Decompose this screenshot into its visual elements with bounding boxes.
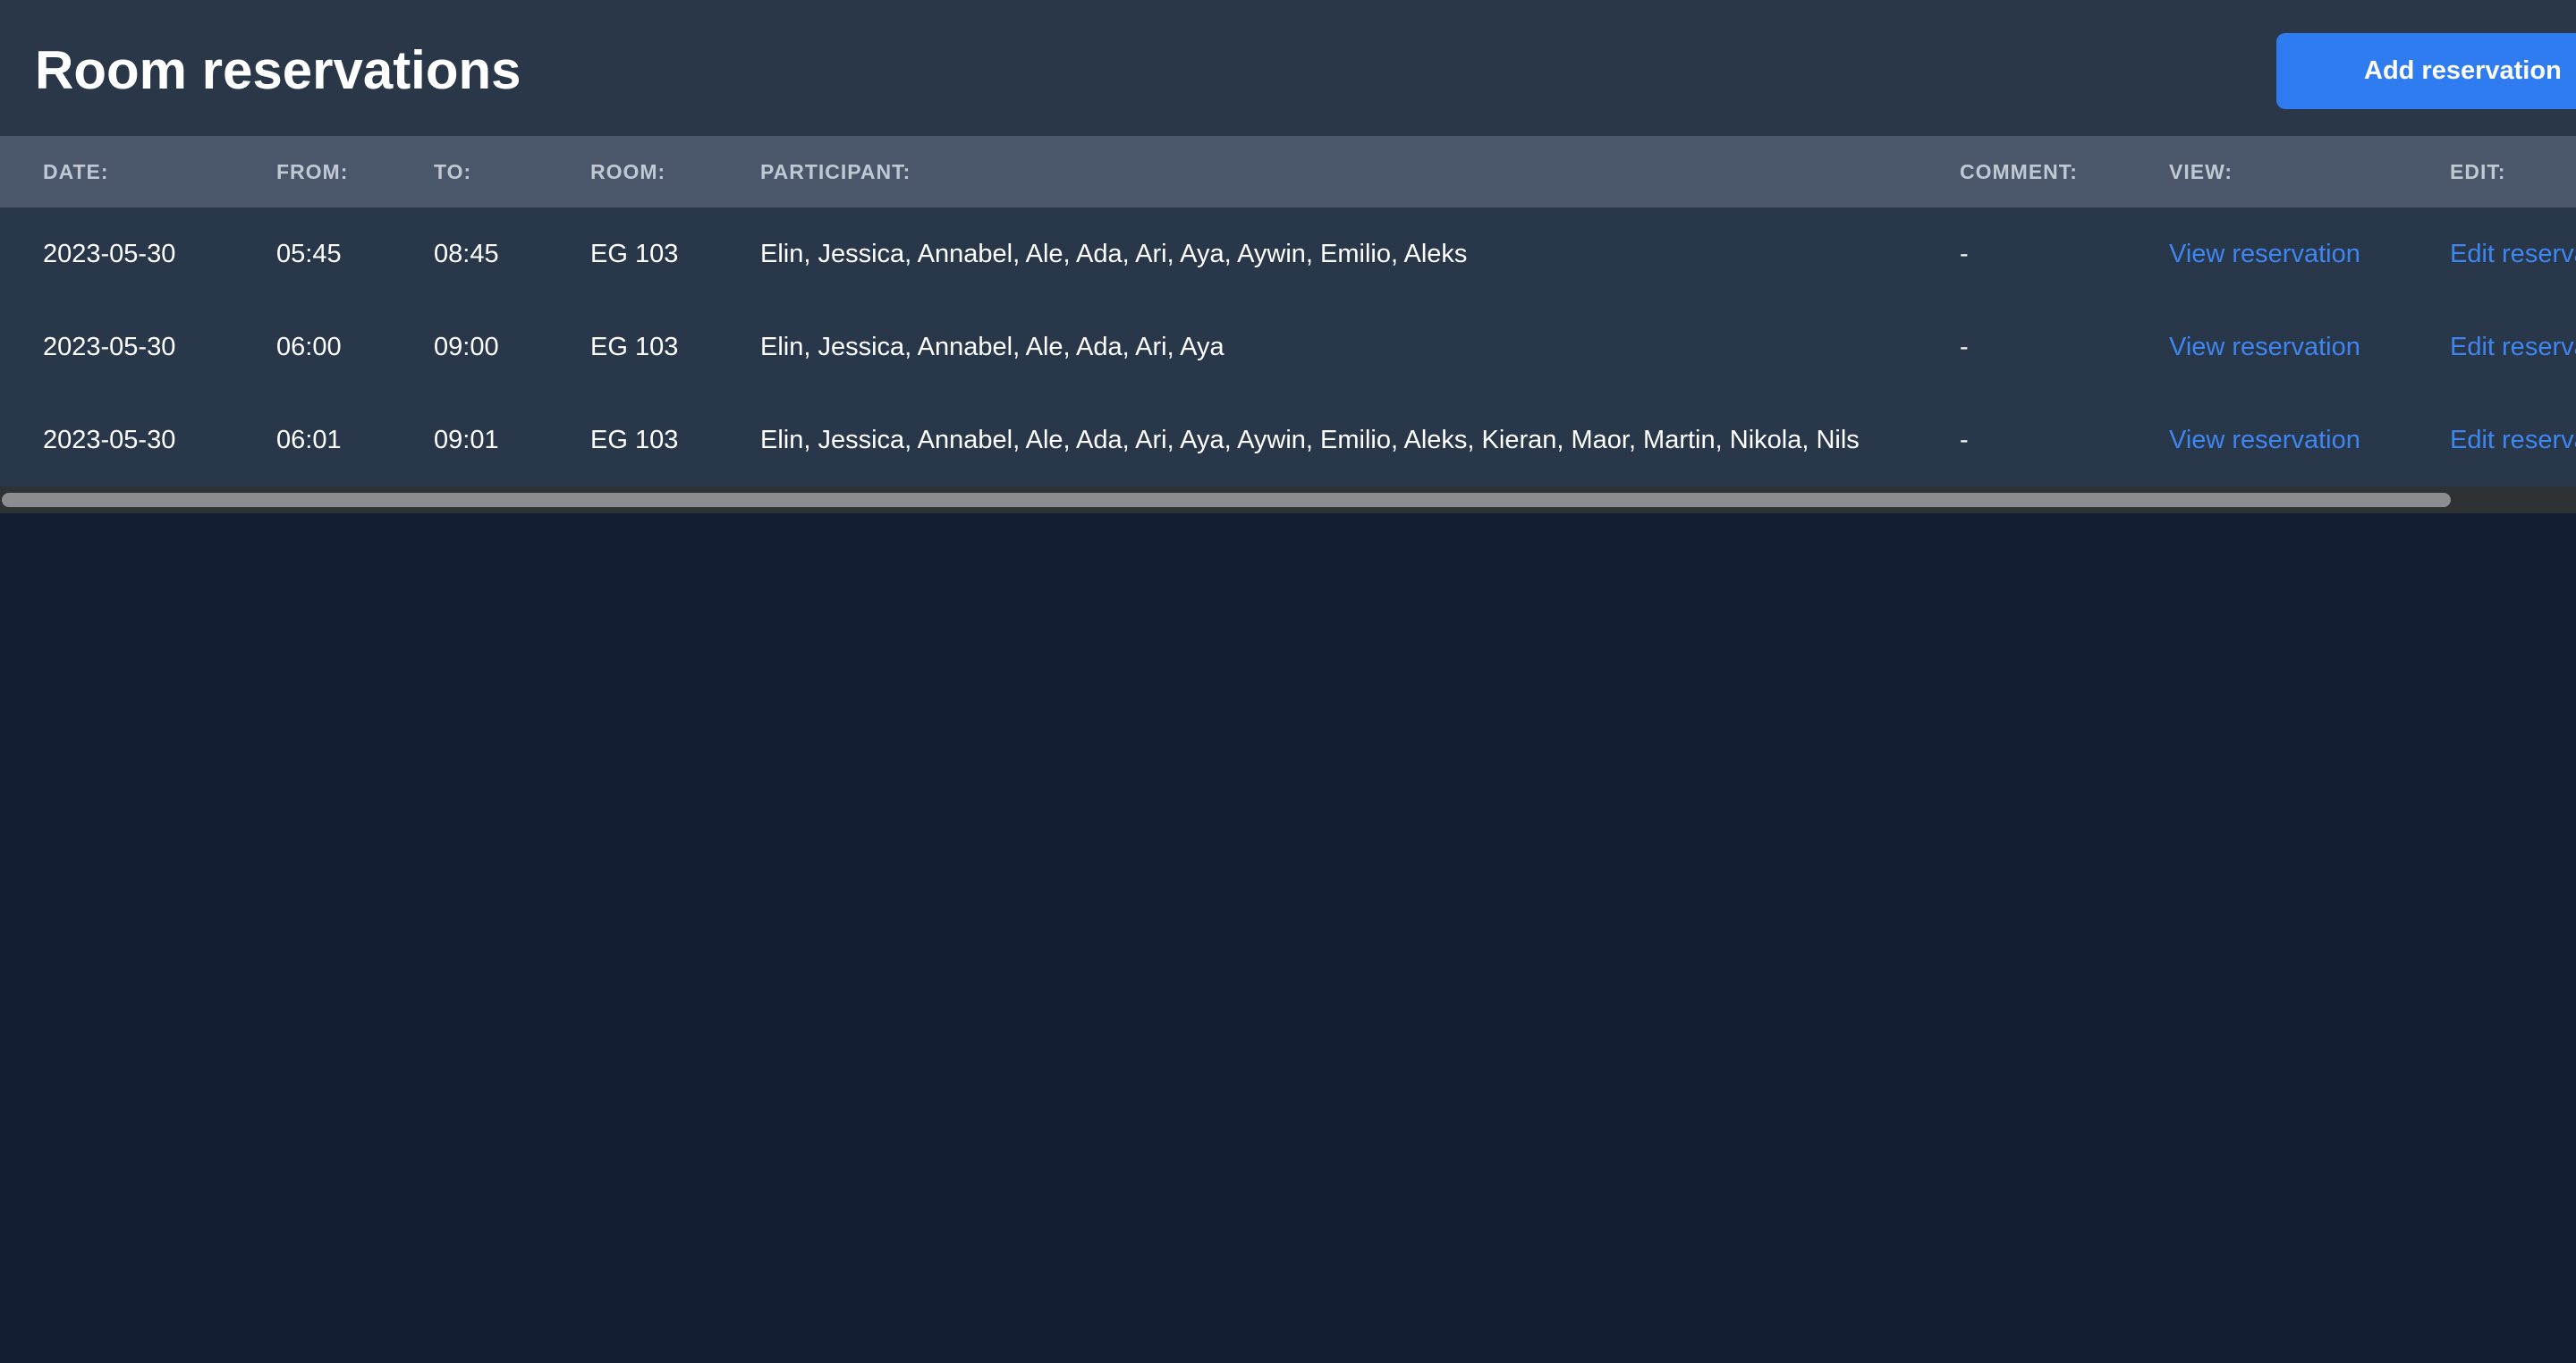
reservations-panel: Room reservations Add reservation DATE: … bbox=[0, 0, 2576, 513]
cell-date: 2023-05-30 bbox=[43, 333, 176, 361]
cell-room: EG 103 bbox=[590, 240, 679, 268]
column-header-to: TO: bbox=[434, 160, 472, 183]
cell-comment: - bbox=[1960, 426, 1969, 454]
cell-participants: Elin, Jessica, Annabel, Ale, Ada, Ari, A… bbox=[760, 426, 1860, 454]
cell-date: 2023-05-30 bbox=[43, 240, 176, 268]
column-header-participant: PARTICIPANT: bbox=[760, 160, 911, 183]
cell-comment: - bbox=[1960, 240, 1969, 268]
page-header: Room reservations Add reservation bbox=[0, 0, 2576, 136]
column-header-room: ROOM: bbox=[590, 160, 666, 183]
view-reservation-link[interactable]: View reservation bbox=[2169, 207, 2360, 301]
cell-to: 08:45 bbox=[434, 240, 499, 268]
horizontal-scrollbar[interactable] bbox=[0, 487, 2576, 513]
cell-to: 09:01 bbox=[434, 426, 499, 454]
cell-comment: - bbox=[1960, 333, 1969, 361]
view-reservation-link[interactable]: View reservation bbox=[2169, 394, 2360, 487]
cell-from: 06:01 bbox=[276, 426, 342, 454]
scrollbar-thumb[interactable] bbox=[2, 493, 2451, 507]
cell-room: EG 103 bbox=[590, 426, 679, 454]
edit-reservation-link[interactable]: Edit reservation bbox=[2450, 301, 2576, 394]
column-header-from: FROM: bbox=[276, 160, 349, 183]
cell-participants: Elin, Jessica, Annabel, Ale, Ada, Ari, A… bbox=[760, 240, 1468, 268]
table-row: 2023-05-30 06:00 09:00 EG 103 Elin, Jess… bbox=[0, 301, 2576, 394]
cell-from: 06:00 bbox=[276, 333, 342, 361]
view-reservation-link[interactable]: View reservation bbox=[2169, 301, 2360, 394]
column-header-date: DATE: bbox=[43, 160, 109, 183]
add-reservation-button[interactable]: Add reservation bbox=[2276, 33, 2576, 109]
cell-to: 09:00 bbox=[434, 333, 499, 361]
cell-room: EG 103 bbox=[590, 333, 679, 361]
table-row: 2023-05-30 06:01 09:01 EG 103 Elin, Jess… bbox=[0, 394, 2576, 487]
column-header-edit: EDIT: bbox=[2450, 160, 2506, 183]
edit-reservation-link[interactable]: Edit reservation bbox=[2450, 394, 2576, 487]
cell-date: 2023-05-30 bbox=[43, 426, 176, 454]
column-header-comment: COMMENT: bbox=[1960, 160, 2078, 183]
edit-reservation-link[interactable]: Edit reservation bbox=[2450, 207, 2576, 301]
cell-participants: Elin, Jessica, Annabel, Ale, Ada, Ari, A… bbox=[760, 333, 1224, 361]
table-row: 2023-05-30 05:45 08:45 EG 103 Elin, Jess… bbox=[0, 207, 2576, 301]
table-header-row: DATE: FROM: TO: ROOM: PARTICIPANT: COMME… bbox=[0, 136, 2576, 207]
column-header-view: VIEW: bbox=[2169, 160, 2233, 183]
cell-from: 05:45 bbox=[276, 240, 342, 268]
page-title: Room reservations bbox=[35, 40, 521, 100]
